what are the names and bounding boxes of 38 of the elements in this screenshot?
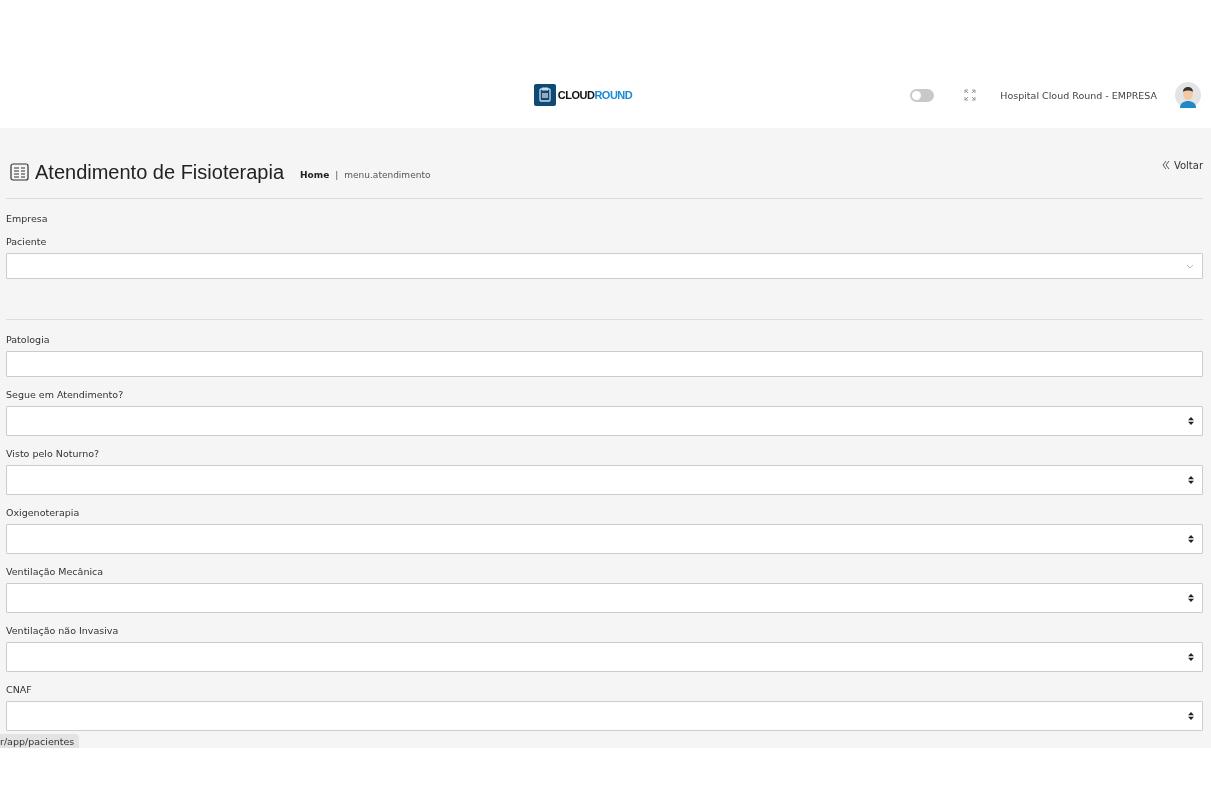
- clipboard-icon: [533, 84, 556, 106]
- fullscreen-icon[interactable]: [964, 89, 977, 101]
- breadcrumb-link[interactable]: Home: [300, 170, 330, 180]
- field-label: Empresa: [6, 213, 49, 224]
- chevron-down-icon: [1186, 263, 1194, 269]
- back-link[interactable]: Voltar: [1161, 159, 1203, 171]
- select-field[interactable]: [6, 701, 1203, 731]
- dropdown-field[interactable]: [6, 253, 1203, 279]
- select-field[interactable]: [6, 583, 1203, 613]
- field-label: Segue em Atendimento?: [6, 389, 125, 400]
- sort-arrows-icon: [1188, 476, 1194, 484]
- page-title: Atendimento de Fisioterapia: [35, 160, 285, 184]
- sort-arrows-icon: [1188, 712, 1194, 720]
- sort-arrows-icon: [1188, 417, 1194, 425]
- select-field[interactable]: [6, 642, 1203, 672]
- theme-toggle[interactable]: [910, 88, 935, 102]
- field-label: Patologia: [6, 334, 51, 345]
- select-field[interactable]: [6, 524, 1203, 554]
- field-label: Ventilação Mecânica: [6, 566, 105, 577]
- company-name: Hospital Cloud Round - EMPRESA: [1000, 89, 1157, 101]
- sort-arrows-icon: [1188, 594, 1194, 602]
- field-label: Visto pelo Noturno?: [6, 448, 101, 459]
- sort-arrows-icon: [1188, 535, 1194, 543]
- double-chevron-left-icon: [1161, 160, 1170, 170]
- list-icon: [10, 163, 29, 181]
- field-label: CNAF: [6, 684, 33, 695]
- avatar-icon[interactable]: [1175, 82, 1201, 108]
- input-field[interactable]: [6, 351, 1203, 377]
- sort-arrows-icon: [1188, 653, 1194, 661]
- field-label: Paciente: [6, 236, 48, 247]
- breadcrumb-link[interactable]: menu.atendimento: [344, 170, 431, 180]
- logo: CLOUDROUND: [533, 84, 633, 106]
- select-field[interactable]: [6, 465, 1203, 495]
- field-label: Ventilação não Invasiva: [6, 625, 120, 636]
- breadcrumb-separator: |: [335, 170, 339, 180]
- select-field[interactable]: [6, 406, 1203, 436]
- link-url-tooltip: r/app/pacientes: [0, 734, 80, 748]
- field-label: Oxigenoterapia: [6, 507, 81, 518]
